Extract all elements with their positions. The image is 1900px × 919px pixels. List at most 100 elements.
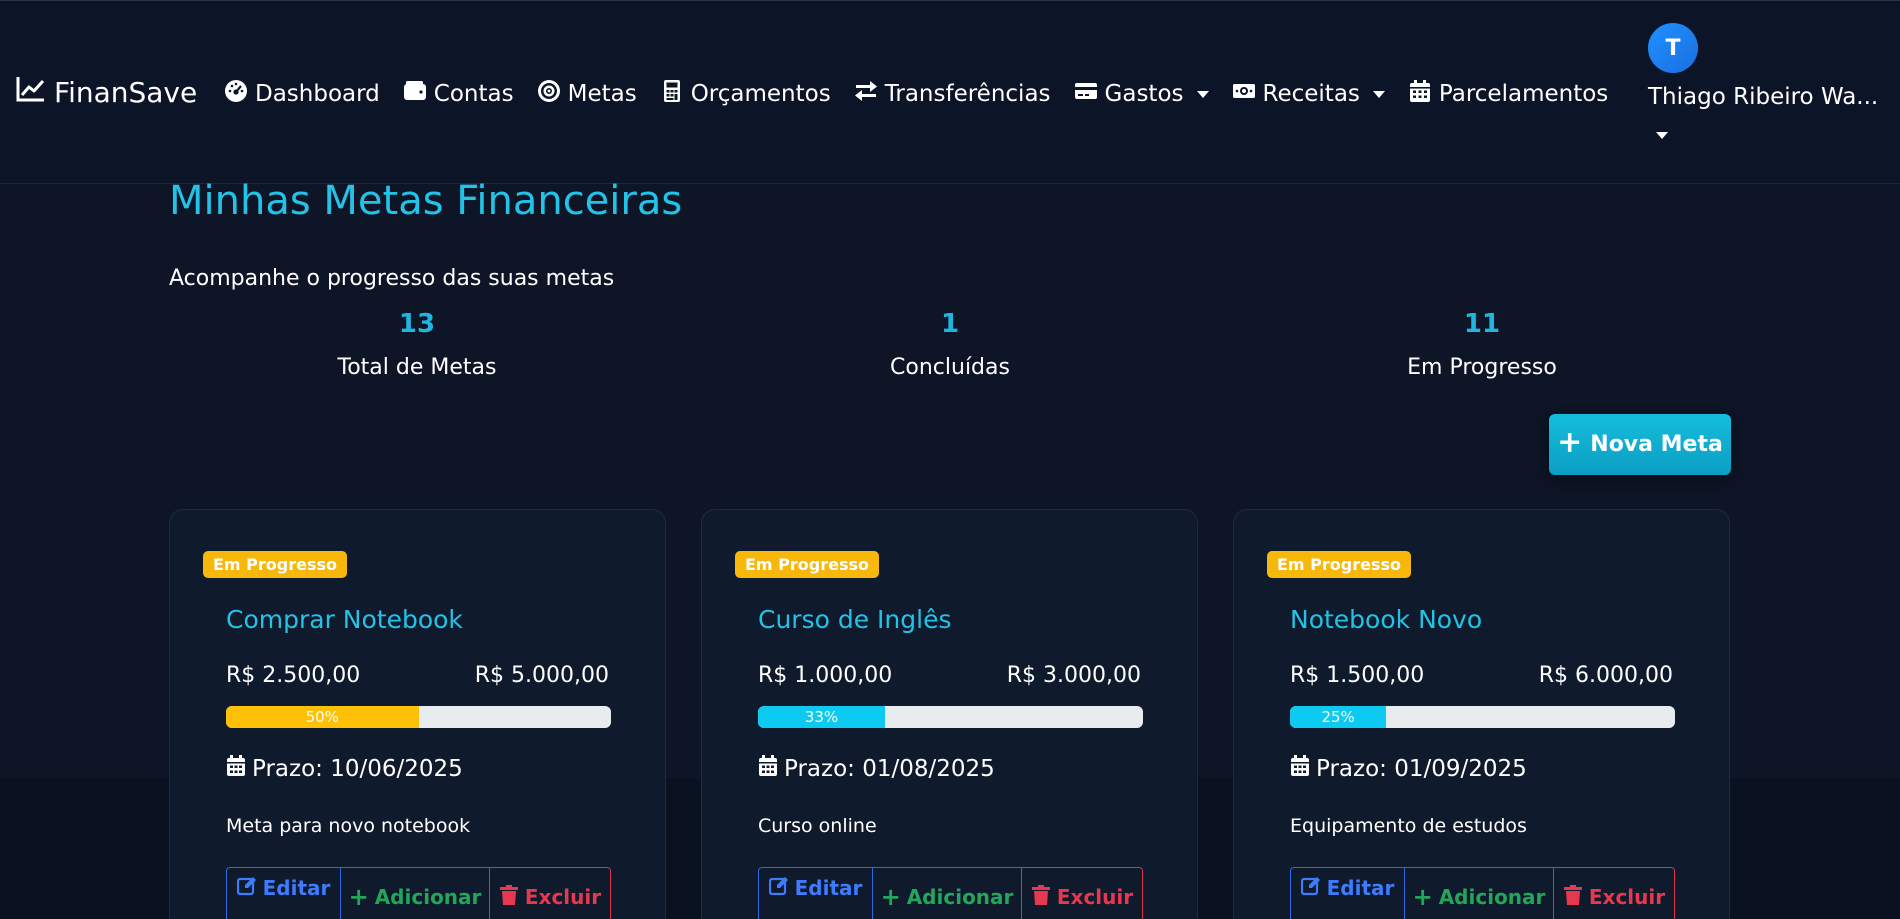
nav-label: Contas — [433, 81, 514, 107]
nav-item-receitas[interactable]: Receitas — [1232, 79, 1385, 109]
edit-button[interactable]: Editar — [226, 867, 341, 919]
goal-description: Equipamento de estudos — [1290, 815, 1527, 837]
stat-em-progresso: 11 Em Progresso — [1332, 309, 1632, 380]
goal-progress-bar: 33% — [758, 706, 1143, 728]
exchange-icon — [854, 79, 878, 109]
calculator-icon — [660, 79, 684, 109]
avatar: T — [1648, 23, 1698, 73]
delete-button[interactable]: Excluir — [1553, 867, 1675, 919]
goal-deadline: Prazo: 01/08/2025 — [758, 755, 995, 783]
nav-item-metas[interactable]: Metas — [537, 79, 637, 109]
goal-deadline-text: Prazo: 01/09/2025 — [1316, 756, 1527, 782]
brand-name: FinanSave — [54, 76, 198, 109]
stat-label: Em Progresso — [1407, 355, 1557, 380]
nav-label: Transferências — [884, 81, 1051, 107]
stat-value: 11 — [1463, 309, 1501, 339]
nav-label: Dashboard — [255, 81, 380, 107]
nav-item-contas[interactable]: Contas — [403, 79, 514, 109]
edit-button[interactable]: Editar — [758, 867, 873, 919]
brand-link[interactable]: FinanSave — [16, 75, 197, 110]
stat-label: Total de Metas — [337, 355, 497, 380]
delete-button[interactable]: Excluir — [489, 867, 611, 919]
edit-icon — [236, 876, 257, 901]
goal-current-amount: R$ 1.500,00 — [1290, 663, 1425, 688]
goal-target-amount: R$ 6.000,00 — [1538, 663, 1673, 688]
stat-total: 13 Total de Metas — [267, 309, 567, 380]
trash-icon — [499, 884, 519, 910]
goal-name: Curso de Inglês — [758, 605, 952, 634]
calendar-icon — [226, 755, 246, 783]
goal-target-amount: R$ 3.000,00 — [1006, 663, 1141, 688]
edit-icon — [768, 876, 789, 901]
calendar-icon — [758, 755, 778, 783]
nav-label: Receitas — [1262, 81, 1360, 107]
plus-icon: + — [348, 883, 369, 911]
nav-item-dashboard[interactable]: Dashboard — [224, 79, 380, 109]
nav-item-gastos[interactable]: Gastos — [1074, 79, 1209, 109]
goal-deadline-text: Prazo: 01/08/2025 — [784, 756, 995, 782]
calendar-icon — [1408, 79, 1432, 109]
edit-label: Editar — [1326, 876, 1395, 900]
goal-card: Em Progresso Curso de Inglês R$ 1.000,00… — [701, 509, 1198, 919]
goal-name: Notebook Novo — [1290, 605, 1483, 634]
page-title: Minhas Metas Financeiras — [169, 178, 683, 224]
stat-label: Concluídas — [890, 355, 1010, 380]
goal-deadline-text: Prazo: 10/06/2025 — [252, 756, 463, 782]
goal-progress-bar: 50% — [226, 706, 611, 728]
nav-label: Parcelamentos — [1438, 81, 1609, 107]
delete-label: Excluir — [1056, 885, 1134, 909]
user-name: Thiago Ribeiro Wa... — [1648, 84, 1879, 110]
chevron-down-icon — [1196, 90, 1209, 98]
goal-actions: Editar + Adicionar Excluir — [1290, 867, 1675, 919]
stat-value: 13 — [398, 309, 436, 339]
plus-icon: + — [1557, 424, 1583, 460]
stat-value: 1 — [940, 309, 960, 339]
goal-current-amount: R$ 1.000,00 — [758, 663, 893, 688]
goal-deadline: Prazo: 01/09/2025 — [1290, 755, 1527, 783]
goal-actions: Editar + Adicionar Excluir — [758, 867, 1143, 919]
status-badge: Em Progresso — [203, 551, 348, 578]
trash-icon — [1563, 884, 1583, 910]
goal-progress-fill: 25% — [1290, 706, 1387, 728]
edit-button[interactable]: Editar — [1290, 867, 1405, 919]
goal-description: Curso online — [758, 815, 877, 837]
nav-item-transferencias[interactable]: Transferências — [854, 79, 1051, 109]
wallet-icon — [403, 79, 427, 109]
gauge-icon — [224, 79, 248, 109]
nav-item-parcelamentos[interactable]: Parcelamentos — [1408, 79, 1608, 109]
status-badge: Em Progresso — [1267, 551, 1412, 578]
add-amount-button[interactable]: + Adicionar — [873, 867, 1021, 919]
stat-concluidas: 1 Concluídas — [800, 309, 1100, 380]
goal-progress-fill: 50% — [226, 706, 419, 728]
calendar-icon — [1290, 755, 1310, 783]
chevron-down-icon — [1656, 132, 1668, 139]
main-nav: Dashboard Contas Metas Orçamentos Transf… — [224, 79, 1631, 109]
nav-label: Metas — [567, 81, 637, 107]
plus-icon: + — [1412, 883, 1433, 911]
add-amount-button[interactable]: + Adicionar — [1405, 867, 1553, 919]
status-badge: Em Progresso — [735, 551, 880, 578]
plus-icon: + — [880, 883, 901, 911]
delete-button[interactable]: Excluir — [1021, 867, 1143, 919]
goal-card: Em Progresso Notebook Novo R$ 1.500,00 R… — [1233, 509, 1730, 919]
delete-label: Excluir — [1588, 885, 1666, 909]
nav-item-orcamentos[interactable]: Orçamentos — [660, 79, 831, 109]
money-bill-icon — [1232, 79, 1256, 109]
add-amount-button[interactable]: + Adicionar — [341, 867, 489, 919]
goal-description: Meta para novo notebook — [226, 815, 471, 837]
goal-name: Comprar Notebook — [226, 605, 463, 634]
goal-actions: Editar + Adicionar Excluir — [226, 867, 611, 919]
goal-deadline: Prazo: 10/06/2025 — [226, 755, 463, 783]
add-label: Adicionar — [906, 885, 1014, 909]
trash-icon — [1031, 884, 1051, 910]
add-label: Adicionar — [1438, 885, 1546, 909]
goal-current-amount: R$ 2.500,00 — [226, 663, 361, 688]
goal-card: Em Progresso Comprar Notebook R$ 2.500,0… — [169, 509, 666, 919]
chart-line-icon — [16, 75, 46, 110]
target-icon — [537, 79, 561, 109]
new-goal-label: Nova Meta — [1590, 432, 1723, 457]
goal-progress-bar: 25% — [1290, 706, 1675, 728]
new-goal-button[interactable]: + Nova Meta — [1549, 414, 1731, 475]
user-menu[interactable]: T Thiago Ribeiro Wa... — [1648, 23, 1888, 139]
delete-label: Excluir — [524, 885, 602, 909]
